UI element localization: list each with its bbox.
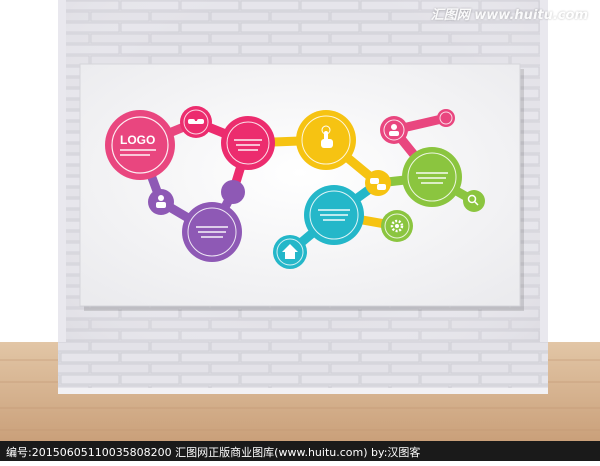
person-node — [148, 189, 174, 215]
home-node — [273, 235, 307, 269]
site-watermark: 汇图网 www.huitu.com — [430, 8, 588, 23]
poster-scene: LOGO 汇图网 www.huitu.com 编号:20150605110035… — [0, 0, 600, 461]
yellow-pointer-circle — [296, 110, 356, 170]
logo-text: LOGO — [120, 133, 155, 147]
search-node — [463, 190, 485, 212]
purple-content-circle — [182, 202, 242, 262]
chat-node — [365, 170, 391, 196]
green-content-circle — [402, 147, 462, 207]
handshake-node — [180, 106, 212, 138]
scene-illustration: LOGO — [0, 0, 600, 441]
gear-node — [381, 210, 413, 242]
pink-content-circle — [221, 116, 275, 170]
logo-circle: LOGO — [105, 110, 175, 180]
footer-bar: 编号:20150605110035808200 汇图网正版商业图库(www.hu… — [0, 441, 600, 461]
teal-content-circle — [304, 185, 364, 245]
footer-caption: 编号:20150605110035808200 汇图网正版商业图库(www.hu… — [6, 446, 421, 459]
small-purple-dot — [221, 180, 245, 204]
user-badge-node — [380, 116, 408, 144]
